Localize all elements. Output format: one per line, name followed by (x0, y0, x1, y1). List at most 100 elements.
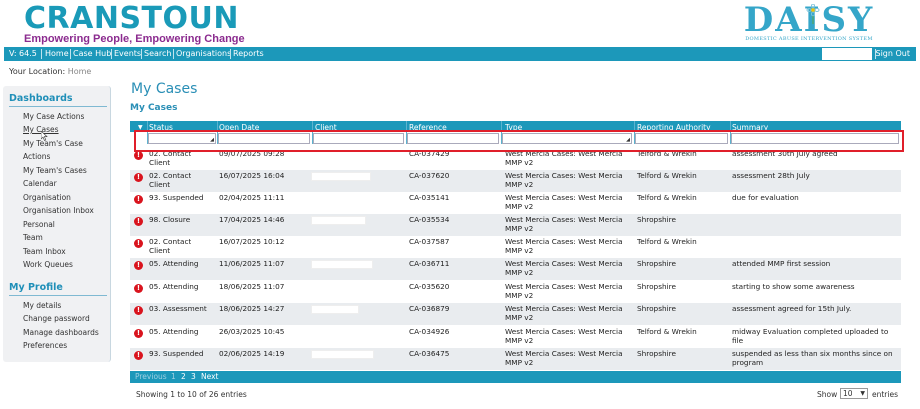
table-row[interactable]: ! 02. Contact Client 16/07/2025 16:04 CA-… (130, 170, 901, 192)
authority-cell: Telford & Wrekin (637, 172, 697, 180)
sidebar-item-organisation-inbox[interactable]: Organisation Inbox (23, 206, 94, 215)
sidebar-item-team-inbox[interactable]: Team Inbox (23, 247, 66, 256)
my-profile-heading: My Profile (9, 282, 63, 293)
pagination-page-3[interactable]: 3 (191, 371, 196, 383)
status-cell: 02. Contact Client (149, 238, 192, 255)
alert-icon: ! (134, 173, 143, 182)
reference-cell[interactable]: CA-036879 (409, 305, 449, 314)
daisy-logo: DAISY DOMESTIC ABUSE INTERVENTION SYSTEM (734, 2, 884, 47)
table-row[interactable]: ! 02. Contact Client 16/07/2025 10:12 CA-… (130, 236, 901, 258)
reference-cell[interactable]: CA-037587 (409, 238, 449, 247)
open-date-cell: 16/07/2025 16:04 (219, 172, 285, 180)
entries-label: entries (872, 390, 898, 399)
type-cell: West Mercia Cases: West Mercia MMP v2 (505, 238, 623, 255)
nav-search[interactable]: Search (144, 47, 171, 61)
sign-out-link[interactable]: Sign Out (876, 47, 911, 61)
sidebar-item-my-teams-cases[interactable]: My Team's Cases (23, 166, 87, 175)
alert-icon: ! (134, 351, 143, 360)
open-date-cell: 18/06/2025 11:07 (219, 283, 285, 291)
status-cell: 02. Contact Client (149, 172, 192, 189)
status-cell: 02. Contact Client (149, 150, 192, 167)
reference-cell[interactable]: CA-036711 (409, 260, 449, 269)
table-row[interactable]: ! 03. Assessment 18/06/2025 14:27 CA-036… (130, 303, 901, 325)
status-cell: 05. Attending (149, 328, 199, 336)
table-row[interactable]: ! 05. Attending 18/06/2025 11:07 CA-0356… (130, 281, 901, 303)
brand-tagline: Empowering People, Empowering Change (24, 33, 245, 45)
nav-events[interactable]: Events (114, 47, 141, 61)
summary-cell: suspended as less than six months since … (732, 350, 893, 367)
reference-cell[interactable]: CA-035534 (409, 216, 449, 225)
location-label: Your Location: (9, 67, 66, 76)
sidebar-item-preferences[interactable]: Preferences (23, 341, 67, 350)
alert-icon: ! (134, 329, 143, 338)
type-cell: West Mercia Cases: West Mercia MMP v2 (505, 283, 623, 300)
table-row[interactable]: ! 05. Attending 11/06/2025 11:07 CA-0367… (130, 258, 901, 280)
summary-cell: assessment agreed for 15th July. (732, 305, 852, 313)
reference-cell[interactable]: CA-036475 (409, 350, 449, 359)
daisy-flower-icon (806, 4, 820, 24)
sidebar-item-calendar[interactable]: Calendar (23, 179, 57, 188)
open-date-cell: 16/07/2025 10:12 (219, 238, 285, 246)
sidebar-item-my-teams-case[interactable]: My Team's Case (23, 139, 83, 148)
sidebar-item-change-password[interactable]: Change password (23, 314, 90, 323)
table-row[interactable]: ! 05. Attending 26/03/2025 10:45 CA-0349… (130, 326, 901, 348)
type-cell: West Mercia Cases: West Mercia MMP v2 (505, 328, 623, 345)
breadcrumb-home[interactable]: Home (68, 67, 92, 76)
open-date-cell: 02/06/2025 14:19 (219, 350, 285, 358)
status-cell: 03. Assessment (149, 305, 207, 313)
page-size-select[interactable]: 10 ▼ (840, 388, 868, 399)
nav-case-hub[interactable]: Case Hub (73, 47, 111, 61)
reference-cell[interactable]: CA-034926 (409, 328, 449, 337)
authority-cell: Telford & Wrekin (637, 194, 697, 202)
nav-separator (141, 49, 142, 59)
status-cell: 05. Attending (149, 283, 199, 291)
sidebar-item-personal[interactable]: Personal (23, 220, 55, 229)
page-size-value: 10 (843, 389, 853, 398)
alert-icon: ! (134, 306, 143, 315)
alert-icon: ! (134, 261, 143, 270)
nav-home[interactable]: Home (45, 47, 69, 61)
nav-separator (111, 49, 112, 59)
table-row[interactable]: ! 93. Suspended 02/04/2025 11:11 CA-0351… (130, 192, 901, 214)
sidebar-item-organisation[interactable]: Organisation (23, 193, 71, 202)
status-cell: 93. Suspended (149, 350, 204, 358)
alert-icon: ! (134, 217, 143, 226)
status-cell: 98. Closure (149, 216, 191, 224)
sidebar-item-team[interactable]: Team (23, 233, 43, 242)
pagination-page-1[interactable]: 1 (171, 371, 176, 383)
authority-cell: Shropshire (637, 260, 676, 268)
nav-separator (41, 49, 42, 59)
chevron-down-icon: ▼ (860, 390, 865, 397)
breadcrumb: Your Location: Home (9, 67, 91, 76)
app-header: CRANSTOUN Empowering People, Empowering … (0, 0, 920, 47)
nav-search-input[interactable] (822, 48, 872, 60)
type-cell: West Mercia Cases: West Mercia MMP v2 (505, 260, 623, 277)
sidebar-item-actions[interactable]: Actions (23, 152, 50, 161)
authority-cell: Shropshire (637, 305, 676, 313)
daisy-subtitle: DOMESTIC ABUSE INTERVENTION SYSTEM (745, 36, 873, 42)
reference-cell[interactable]: CA-035141 (409, 194, 449, 203)
type-cell: West Mercia Cases: West Mercia MMP v2 (505, 194, 623, 211)
nav-reports[interactable]: Reports (233, 47, 264, 61)
reference-cell[interactable]: CA-037620 (409, 172, 449, 181)
redacted-client (311, 172, 371, 181)
table-row[interactable]: ! 93. Suspended 02/06/2025 14:19 CA-0364… (130, 348, 901, 370)
summary-cell: attended MMP first session (732, 260, 831, 268)
open-date-cell: 11/06/2025 11:07 (219, 260, 285, 268)
authority-cell: Shropshire (637, 283, 676, 291)
cranstoun-logo[interactable]: CRANSTOUN Empowering People, Empowering … (24, 3, 245, 46)
table-row[interactable]: ! 98. Closure 17/04/2025 14:46 CA-035534… (130, 214, 901, 236)
pagination-next[interactable]: Next (201, 371, 218, 383)
pagination-page-2[interactable]: 2 (181, 371, 186, 383)
sidebar-item-manage-dashboards[interactable]: Manage dashboards (23, 328, 99, 337)
pagination-previous[interactable]: Previous (135, 371, 167, 383)
divider (9, 295, 107, 296)
sidebar-item-my-case-actions[interactable]: My Case Actions (23, 112, 84, 121)
sidebar: Dashboards My Case Actions My Cases My T… (3, 86, 111, 362)
open-date-cell: 02/04/2025 11:11 (219, 194, 285, 202)
sidebar-item-work-queues[interactable]: Work Queues (23, 260, 73, 269)
reference-cell[interactable]: CA-035620 (409, 283, 449, 292)
summary-cell: assessment 28th July (732, 172, 810, 180)
sidebar-item-my-details[interactable]: My details (23, 301, 61, 310)
nav-organisations[interactable]: Organisations (176, 47, 231, 61)
